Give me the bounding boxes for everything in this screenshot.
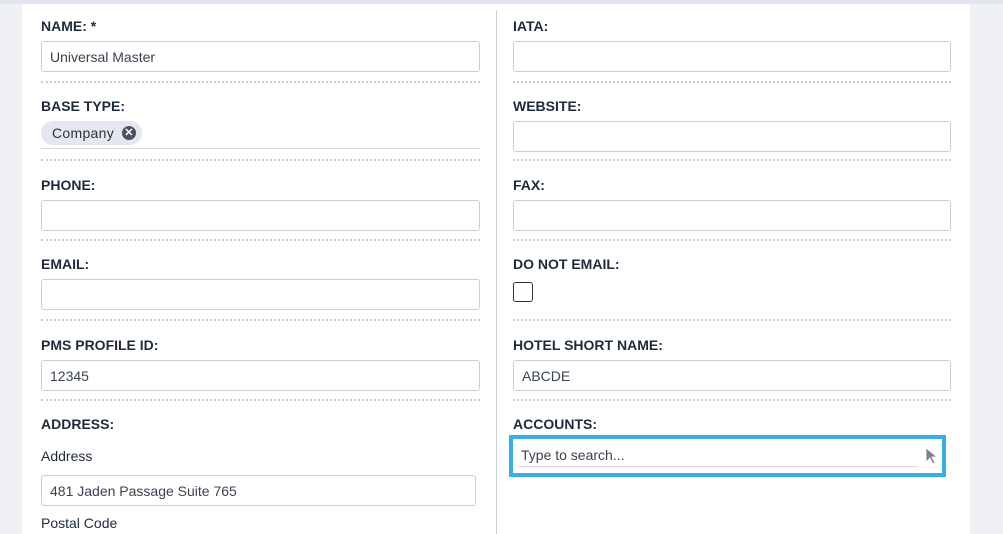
- separator: [41, 159, 480, 161]
- iata-label: IATA:: [513, 18, 549, 34]
- base-type-tag-label: Company: [52, 125, 115, 141]
- separator: [513, 399, 951, 401]
- base-type-label: BASE TYPE:: [41, 98, 126, 114]
- do-not-email-checkbox[interactable]: [513, 282, 533, 302]
- email-label: EMAIL:: [41, 256, 90, 272]
- separator: [513, 239, 951, 241]
- separator: [41, 81, 480, 83]
- column-divider: [496, 10, 497, 534]
- address-label: ADDRESS:: [41, 416, 115, 432]
- base-type-underline: [41, 148, 480, 149]
- website-input[interactable]: [513, 121, 951, 152]
- separator: [41, 239, 480, 241]
- phone-label: PHONE:: [41, 177, 96, 193]
- pms-profile-id-input[interactable]: [41, 360, 480, 391]
- hotel-short-name-input[interactable]: [513, 360, 951, 391]
- fax-input[interactable]: [513, 200, 951, 231]
- separator: [513, 159, 951, 161]
- accounts-label: ACCOUNTS:: [513, 416, 597, 432]
- separator: [41, 399, 480, 401]
- accounts-search-input[interactable]: [518, 443, 918, 467]
- email-input[interactable]: [41, 279, 480, 310]
- website-label: WEBSITE:: [513, 98, 582, 114]
- iata-input[interactable]: [513, 41, 951, 72]
- accounts-search-box[interactable]: [509, 435, 946, 477]
- do-not-email-label: DO NOT EMAIL:: [513, 256, 620, 272]
- mouse-pointer-icon: [925, 447, 939, 465]
- separator: [513, 319, 951, 321]
- pms-profile-id-label: PMS PROFILE ID:: [41, 337, 159, 353]
- base-type-tag: Company ✕: [41, 121, 143, 145]
- name-label: NAME: *: [41, 18, 97, 34]
- separator: [41, 319, 480, 321]
- separator: [513, 81, 951, 83]
- x-circle-icon[interactable]: ✕: [122, 126, 137, 140]
- fax-label: FAX:: [513, 177, 545, 193]
- form-panel: NAME: * BASE TYPE: Company ✕ PHONE: EMAI…: [22, 4, 970, 534]
- address-input[interactable]: [41, 475, 476, 506]
- hotel-short-name-label: HOTEL SHORT NAME:: [513, 337, 663, 353]
- name-input[interactable]: [41, 41, 480, 72]
- address-sublabel: Address: [41, 448, 93, 464]
- phone-input[interactable]: [41, 200, 480, 231]
- postal-code-sublabel: Postal Code: [41, 515, 118, 531]
